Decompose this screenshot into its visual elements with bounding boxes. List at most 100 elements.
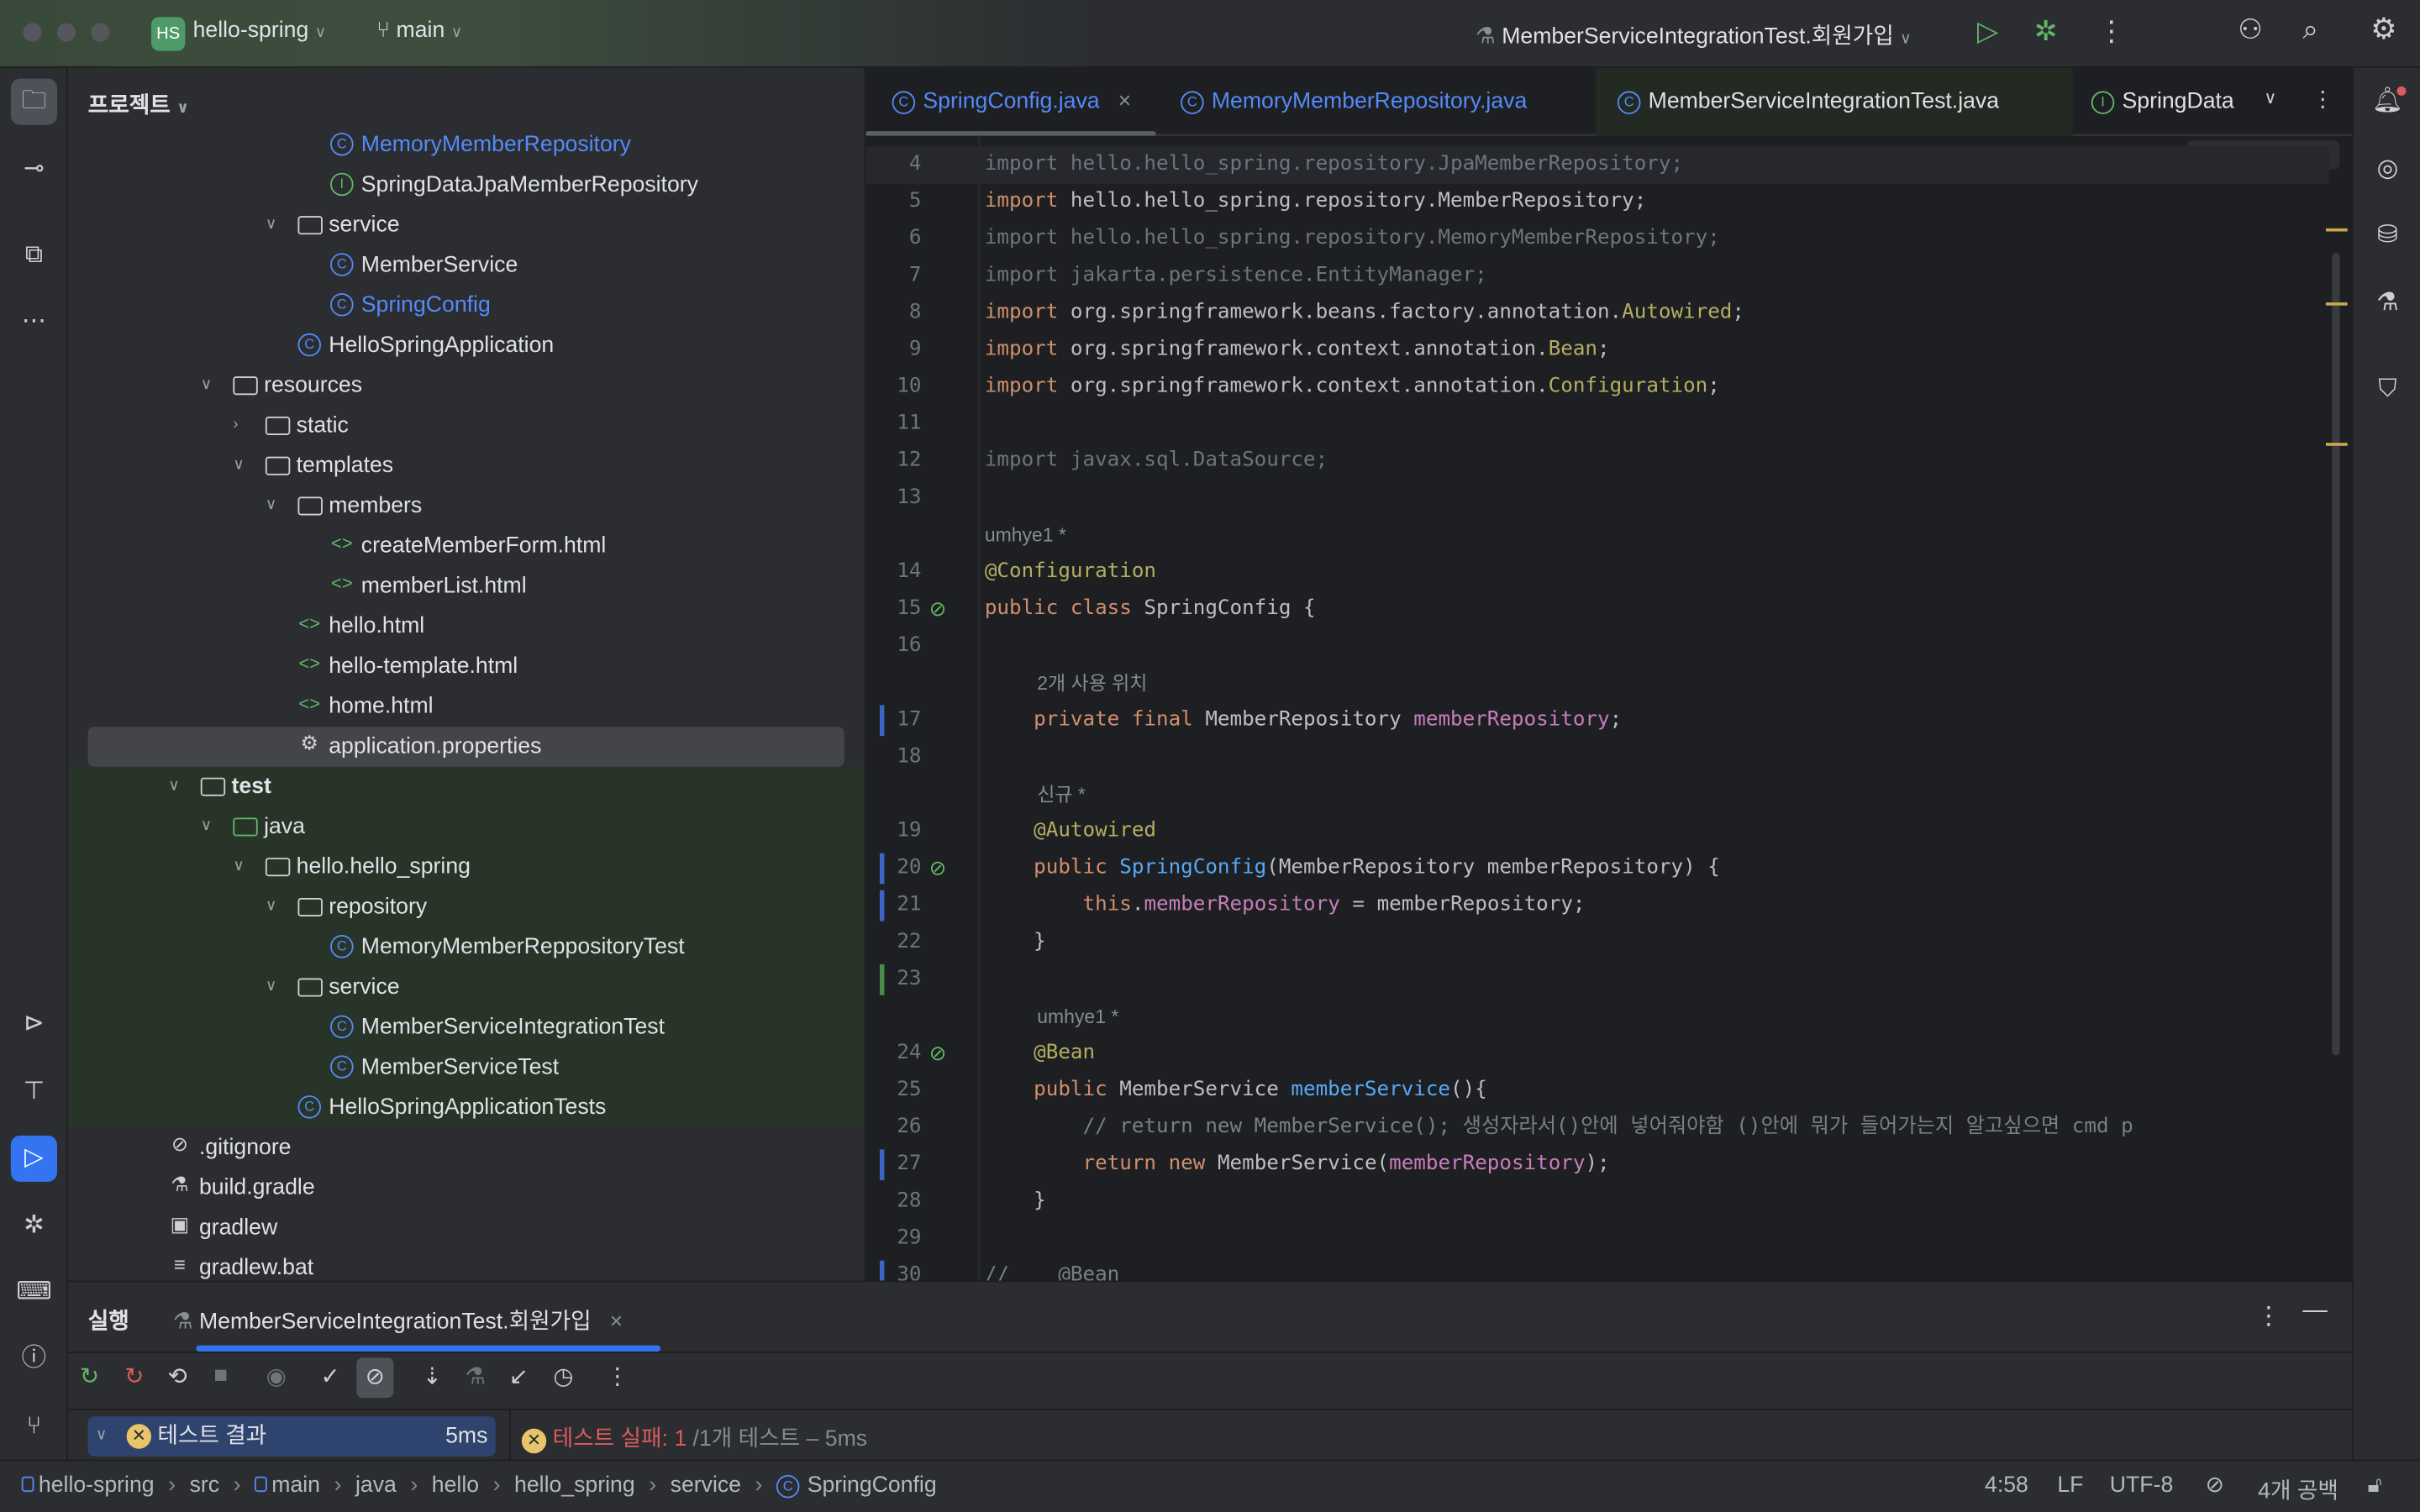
tree-item[interactable]: ⚙ application.properties [87,727,844,767]
toggle-auto-test-icon[interactable]: ⟲ [159,1362,196,1390]
editor-tab[interactable]: C MemoryMemberRepository.java [1159,68,1549,136]
terminal-icon[interactable]: ⌨ [11,1270,57,1316]
tree-item[interactable]: ∨ resources [68,365,865,406]
spring-bean-gutter-icon[interactable]: ⊘ [929,1035,946,1072]
database-icon[interactable]: ⛁ [2365,213,2411,259]
read-only-lock-icon[interactable]: 🔓︎ [2368,1473,2382,1498]
security-shield-icon[interactable]: ⛉ [2365,367,2411,413]
notifications-bell-icon[interactable]: 🔔︎ [2365,79,2411,125]
project-selector[interactable]: hello-spring ∨ [193,18,327,43]
editor-tab[interactable]: C MemberServiceIntegrationTest.java [1596,67,2073,136]
chevron-down-icon[interactable]: ∨ [266,887,276,927]
tree-item[interactable]: <> hello.html [68,606,865,647]
test-results-root[interactable]: ∨ ✕ 테스트 결과 5ms [87,1416,496,1457]
window-minimize-button[interactable] [56,23,76,42]
gradle-icon[interactable]: ⚗ [2365,281,2411,327]
tree-item[interactable]: C SpringConfig [68,286,865,326]
run-tool-icon[interactable]: ▷ [10,1135,57,1182]
services-icon[interactable]: ⊳ [11,1001,57,1047]
ai-disabled-icon[interactable]: ⊘ [2206,1473,2224,1498]
tree-item[interactable]: C MemoryMemberRepository [68,125,865,165]
line-separator[interactable]: LF [2057,1473,2083,1498]
tree-item[interactable]: I SpringDataJpaMemberRepository [68,165,865,206]
window-zoom-button[interactable] [91,23,110,42]
tree-item[interactable]: ∨ repository [68,887,865,927]
vcs-added-marker[interactable] [879,963,885,995]
chevron-down-icon[interactable]: ∨ [233,847,244,887]
sort-icon[interactable]: ⇣ [413,1362,450,1390]
chevron-down-icon[interactable]: ∨ [168,767,179,807]
chevron-down-icon[interactable]: ∨ [266,205,276,245]
chevron-down-icon[interactable]: ∨ [201,365,212,406]
breadcrumb-item[interactable]: service [671,1473,741,1498]
rerun-icon[interactable]: ↻ [71,1362,108,1390]
close-tab-icon[interactable]: × [610,1310,623,1334]
breadcrumb-item[interactable]: hello [432,1473,479,1498]
history-clock-icon[interactable]: ◷ [544,1362,581,1390]
breadcrumb-item[interactable]: java [355,1473,397,1498]
tree-item[interactable]: C MemberService [68,245,865,286]
code-inlay-hint[interactable]: 신규 * [865,776,2328,813]
rerun-failed-icon[interactable]: ↻ [116,1362,153,1390]
breadcrumb-item[interactable]: SpringConfig [808,1473,937,1498]
project-panel-title[interactable]: 프로젝트 ∨ [88,88,189,121]
show-passed-check-icon[interactable]: ✓ [312,1362,349,1390]
more-actions-button[interactable]: ⋮ [2097,15,2125,48]
tab-options-icon[interactable]: ⋮ [2312,87,2333,113]
problems-icon[interactable]: ⓘ [11,1336,57,1383]
indent-setting[interactable]: 4개 공백 [2258,1473,2338,1506]
tree-item[interactable]: › static [68,406,865,446]
structure-icon[interactable]: ⧉ [11,233,57,279]
breadcrumb-item[interactable]: src [190,1473,220,1498]
tree-item[interactable]: ∨ hello.hello_spring [68,847,865,887]
tabs-scrollbar[interactable] [865,131,1156,136]
tree-item[interactable]: ∨ service [68,968,865,1008]
editor-tab[interactable]: C SpringConfig.java × [871,68,1153,136]
tree-item[interactable]: <> memberList.html [68,566,865,606]
tree-item[interactable]: C HelloSpringApplication [68,326,865,366]
search-button[interactable]: ⌕ [2302,14,2318,47]
run-button[interactable]: ▷ [1977,15,1998,48]
breadcrumb-item[interactable]: hello-spring [39,1473,155,1498]
window-close-button[interactable] [23,23,42,42]
tree-item[interactable]: <> hello-template.html [68,647,865,687]
tree-item[interactable]: ∨ service [68,205,865,245]
tree-item[interactable]: ≡ gradlew.bat [68,1248,865,1280]
tree-item[interactable]: ▣ gradlew [68,1208,865,1248]
chevron-down-icon[interactable]: ∨ [266,968,276,1008]
build-hammer-icon[interactable]: ⊤ [11,1069,57,1116]
vcs-change-marker[interactable] [879,1260,885,1281]
code-area[interactable]: 4 import hello.hello_spring.repository.Jp… [865,146,2329,1281]
collapse-icon[interactable]: ↙ [500,1362,537,1390]
git-icon[interactable]: ⑂ [11,1404,57,1450]
caret-position[interactable]: 4:58 [1985,1473,2028,1498]
tree-item[interactable]: C MemberServiceIntegrationTest [68,1007,865,1047]
code-inlay-hint[interactable]: umhye1 * [865,998,2328,1035]
panel-options-icon[interactable]: ⋮ [2256,1300,2281,1331]
ai-assistant-icon[interactable]: ◎ [2365,146,2411,192]
import-tests-icon[interactable]: ⚗ [457,1362,494,1390]
tab-list-chevron-icon[interactable]: ∨ [2264,88,2276,108]
run-config-selector[interactable]: ⚗ MemberServiceIntegrationTest.회원가입 ∨ [1476,18,1912,51]
vcs-change-marker[interactable] [879,890,885,921]
tree-item[interactable]: ∨ test [68,767,865,807]
code-inlay-hint[interactable]: 2개 사용 위치 [865,665,2328,702]
stop-icon[interactable]: ■ [203,1362,239,1389]
tree-item[interactable]: ∨ members [68,486,865,527]
tree-item[interactable]: ⊘ .gitignore [68,1128,865,1168]
chevron-down-icon[interactable]: ∨ [201,807,212,848]
spring-bean-gutter-icon[interactable]: ⊘ [929,591,946,627]
tree-item[interactable]: ∨ templates [68,446,865,486]
add-user-button[interactable]: ⚇ [2238,14,2263,47]
breadcrumb-item[interactable]: main [271,1473,320,1498]
tree-item[interactable]: C HelloSpringApplicationTests [68,1088,865,1128]
settings-gear-icon[interactable]: ⚙ [2370,13,2396,48]
more-tools-icon[interactable]: ⋯ [11,299,57,345]
show-ignored-icon[interactable]: ⊘ [356,1357,394,1399]
chevron-down-icon[interactable]: ∨ [233,446,244,486]
tree-item[interactable]: ⚗ build.gradle [68,1168,865,1208]
show-passed-eye-icon[interactable]: ◉ [258,1362,295,1390]
vcs-change-marker[interactable] [879,1149,885,1181]
editor-scrollbar[interactable] [2332,253,2340,1056]
file-encoding[interactable]: UTF-8 [2110,1473,2173,1498]
